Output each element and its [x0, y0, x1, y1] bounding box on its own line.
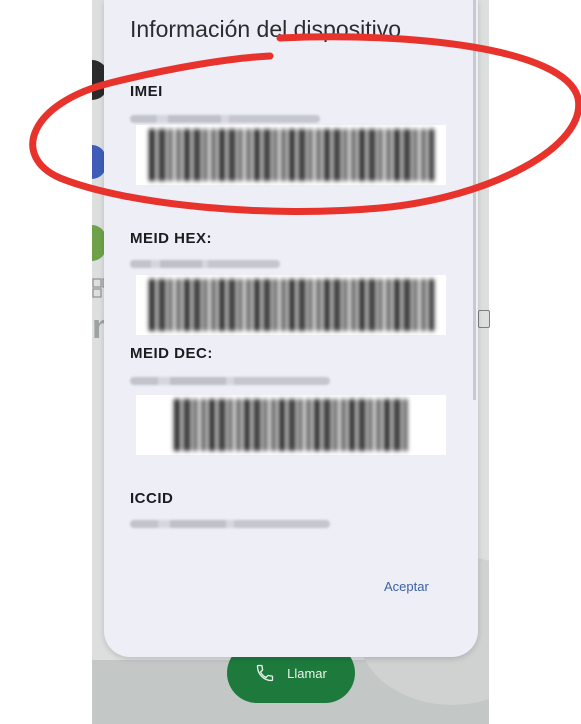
imei-label: IMEI	[130, 83, 163, 100]
iccid-value	[130, 520, 330, 528]
dialog-title: Información del dispositivo	[130, 16, 402, 42]
imei-value	[130, 115, 320, 123]
accept-button[interactable]: Aceptar	[384, 579, 429, 594]
device-icon	[478, 310, 490, 328]
phone-icon	[256, 664, 274, 682]
imei-barcode	[136, 125, 446, 185]
meid-hex-value	[130, 260, 280, 268]
device-info-dialog: Información del dispositivo IMEI MEID HE…	[104, 0, 478, 657]
iccid-label: ICCID	[130, 490, 174, 507]
meid-dec-barcode	[136, 395, 446, 455]
meid-dec-value	[130, 377, 330, 385]
meid-hex-label: MEID HEX:	[130, 230, 213, 247]
scrollbar[interactable]	[473, 0, 476, 400]
meid-dec-label: MEID DEC:	[130, 345, 213, 362]
call-button-label: Llamar	[287, 665, 327, 681]
meid-hex-barcode	[136, 275, 446, 335]
